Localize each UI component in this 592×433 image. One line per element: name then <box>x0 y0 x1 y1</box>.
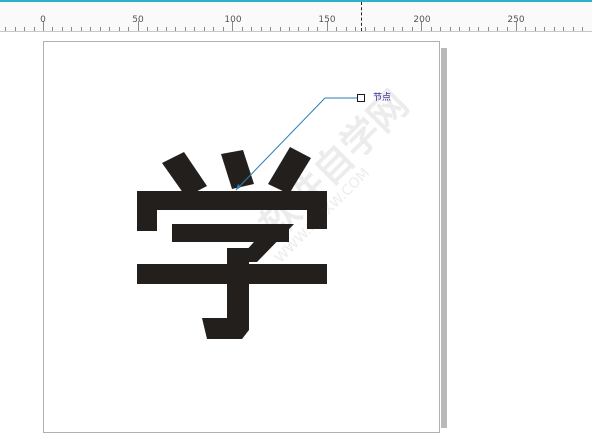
ruler-tick <box>544 27 545 31</box>
ruler-tick <box>213 27 214 31</box>
ruler-tick <box>204 27 205 31</box>
ruler-tick <box>365 27 366 31</box>
ruler-tick <box>336 27 337 31</box>
ruler-tick <box>5 27 6 31</box>
ruler-tick <box>90 27 91 31</box>
ruler-tick <box>242 27 243 31</box>
ruler-tick <box>147 27 148 31</box>
ruler-tick <box>431 27 432 31</box>
ruler-guide-marker[interactable] <box>361 2 362 31</box>
ruler-tick <box>535 27 536 31</box>
ruler-tick <box>440 27 441 31</box>
ruler-tick <box>100 27 101 31</box>
ruler-tick <box>298 27 299 31</box>
ruler-label-100: 100 <box>224 15 242 25</box>
ruler-tick <box>251 27 252 31</box>
ruler-tick <box>478 27 479 31</box>
ruler-tick <box>346 27 347 31</box>
ruler-tick <box>308 27 309 31</box>
horizontal-ruler[interactable]: 0 50 100 150 200 250 <box>0 0 592 32</box>
ruler-label-250: 250 <box>507 15 525 25</box>
ruler-tick <box>270 27 271 31</box>
ruler-tick <box>24 27 25 31</box>
ruler-tick <box>507 27 508 31</box>
ruler-tick <box>384 27 385 31</box>
ruler-label-0: 0 <box>40 15 46 25</box>
ruler-tick <box>525 27 526 31</box>
ruler-tick <box>280 27 281 31</box>
ruler-tick <box>469 27 470 31</box>
ruler-tick <box>194 27 195 31</box>
ruler-tick <box>450 27 451 31</box>
ruler-tick <box>109 27 110 31</box>
ruler-tick <box>261 27 262 31</box>
ruler-tick <box>355 27 356 31</box>
ruler-tick <box>15 27 16 31</box>
ruler-tick <box>374 27 375 31</box>
ruler-tick <box>573 27 574 31</box>
ruler-tick <box>563 27 564 31</box>
ruler-tick <box>52 27 53 31</box>
ruler-tick <box>459 27 460 31</box>
ruler-tick <box>166 27 167 31</box>
ruler-tick <box>119 27 120 31</box>
ruler-tick <box>223 27 224 31</box>
ruler-label-50: 50 <box>132 15 144 25</box>
ruler-tick <box>34 27 35 31</box>
ruler-label-200: 200 <box>413 15 431 25</box>
ruler-label-150: 150 <box>318 15 336 25</box>
ruler-tick <box>402 27 403 31</box>
ruler-tick <box>128 27 129 31</box>
ruler-tick <box>185 27 186 31</box>
ruler-tick <box>393 27 394 31</box>
ruler-tick <box>582 27 583 31</box>
ruler-tick <box>81 27 82 31</box>
ruler-tick <box>554 27 555 31</box>
ruler-tick <box>412 27 413 31</box>
ruler-tick <box>71 27 72 31</box>
ruler-tick <box>317 27 318 31</box>
node-label: 节点 <box>373 93 392 103</box>
ruler-tick <box>497 27 498 31</box>
ruler-tick <box>157 27 158 31</box>
page-shadow <box>441 48 447 428</box>
ruler-tick <box>289 27 290 31</box>
ruler-tick <box>175 27 176 31</box>
ruler-tick <box>488 27 489 31</box>
ruler-tick <box>62 27 63 31</box>
